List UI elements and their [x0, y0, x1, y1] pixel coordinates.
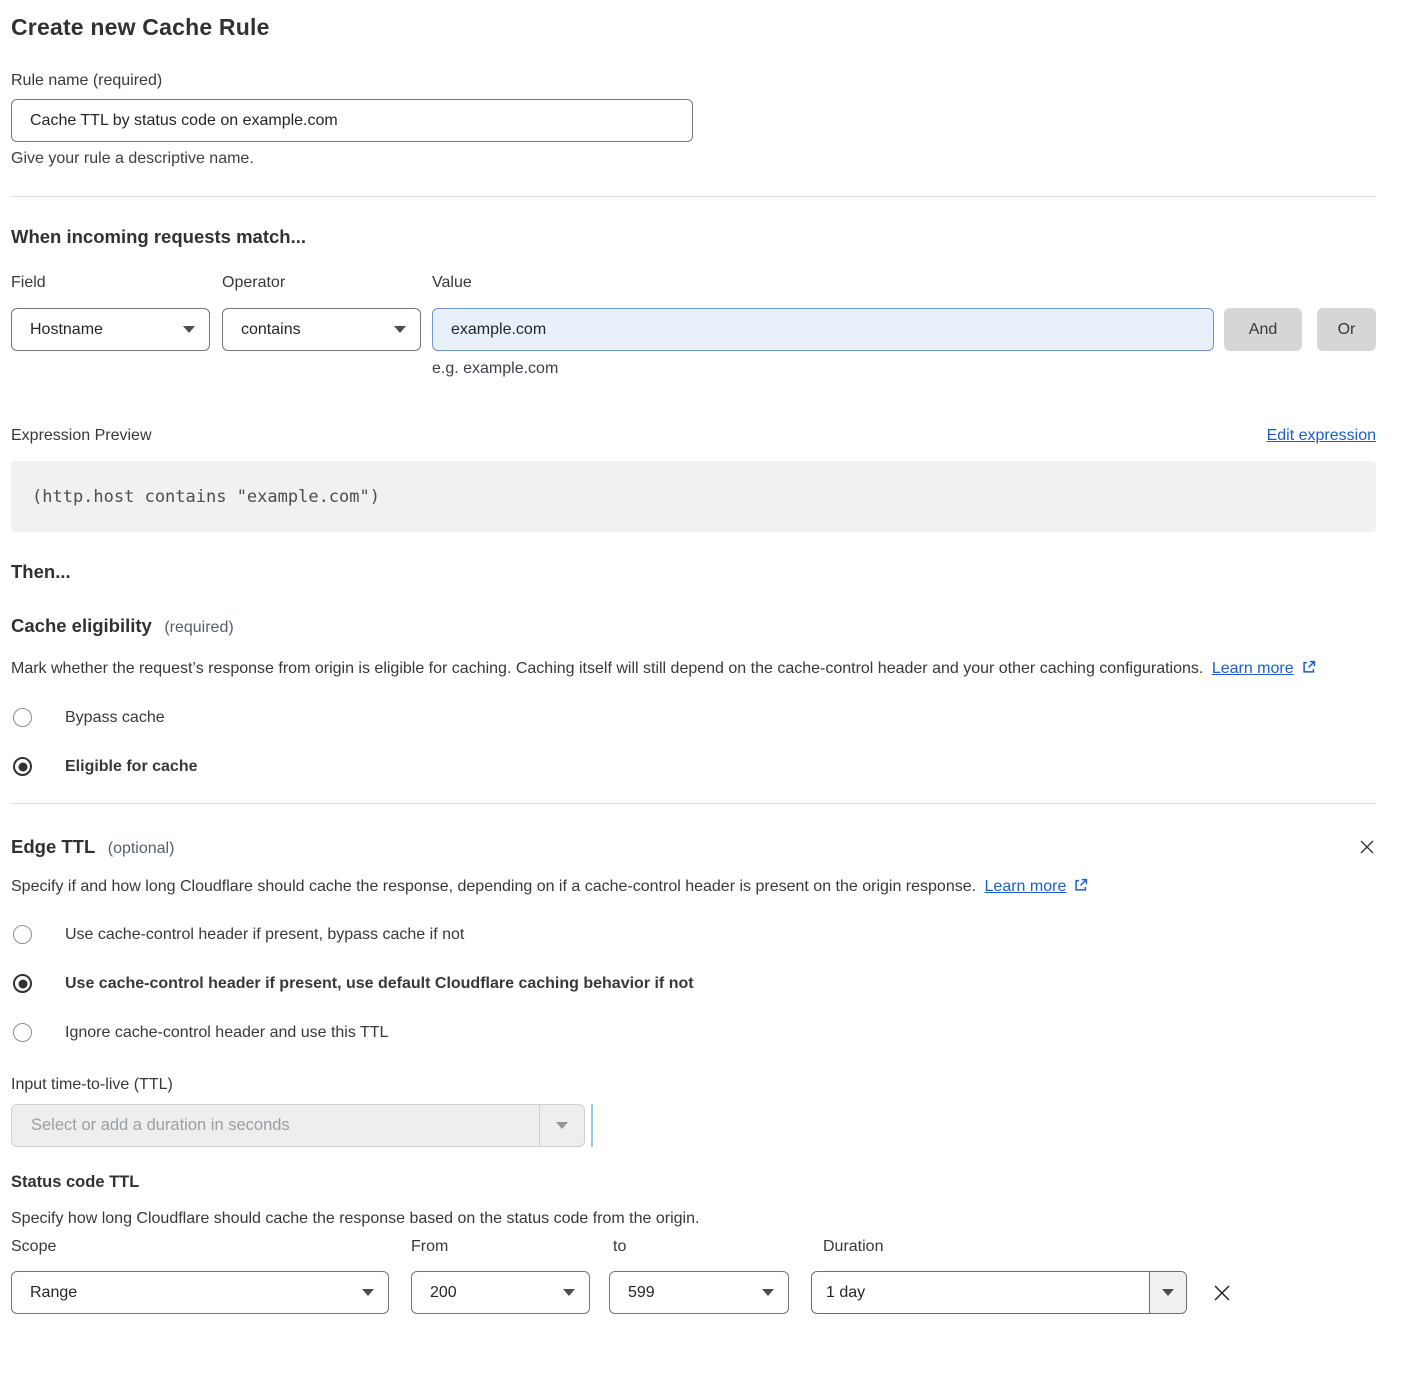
- radio-icon[interactable]: [13, 757, 32, 776]
- to-label: to: [613, 1238, 823, 1256]
- duration-dropdown-button[interactable]: [1149, 1272, 1186, 1313]
- close-icon[interactable]: [1358, 838, 1376, 856]
- rule-name-input[interactable]: [11, 99, 693, 142]
- expression-preview-label: Expression Preview: [11, 427, 152, 445]
- radio-icon[interactable]: [13, 925, 32, 944]
- radio-label: Eligible for cache: [65, 758, 197, 776]
- chevron-down-icon: [556, 1122, 568, 1129]
- radio-option-bypass-cache[interactable]: Bypass cache: [11, 708, 1376, 727]
- edit-expression-link[interactable]: Edit expression: [1267, 427, 1376, 445]
- operator-label: Operator: [222, 274, 432, 292]
- chevron-down-icon: [394, 326, 406, 333]
- field-label: Field: [11, 274, 222, 292]
- radio-option-use-header-bypass[interactable]: Use cache-control header if present, byp…: [11, 925, 1376, 944]
- expression-text: (http.host contains "example.com"): [32, 487, 380, 507]
- ttl-input-label: Input time-to-live (TTL): [11, 1076, 1376, 1094]
- field-select-value: Hostname: [30, 321, 103, 339]
- ttl-duration-placeholder: Select or add a duration in seconds: [12, 1105, 539, 1146]
- external-link-icon: [1301, 659, 1317, 675]
- edge-ttl-heading: Edge TTL: [11, 836, 95, 857]
- chevron-down-icon: [563, 1289, 575, 1296]
- radio-label: Ignore cache-control header and use this…: [65, 1024, 388, 1042]
- match-heading: When incoming requests match...: [11, 226, 1376, 248]
- radio-label: Bypass cache: [65, 709, 165, 727]
- chevron-down-icon: [183, 326, 195, 333]
- radio-option-use-header-default[interactable]: Use cache-control header if present, use…: [11, 974, 1376, 993]
- from-label: From: [411, 1238, 613, 1256]
- cache-eligibility-description: Mark whether the request’s response from…: [11, 655, 1356, 683]
- chevron-down-icon: [762, 1289, 774, 1296]
- radio-icon[interactable]: [13, 974, 32, 993]
- edge-ttl-optional-tag: (optional): [108, 840, 175, 857]
- radio-label: Use cache-control header if present, byp…: [65, 926, 464, 944]
- radio-icon[interactable]: [13, 1023, 32, 1042]
- cache-eligibility-required-tag: (required): [164, 619, 233, 636]
- ttl-duration-dropdown-button[interactable]: [539, 1105, 584, 1146]
- ttl-duration-combobox[interactable]: Select or add a duration in seconds: [11, 1104, 585, 1147]
- value-helper: e.g. example.com: [432, 360, 1376, 378]
- duration-value: 1 day: [812, 1272, 1149, 1313]
- section-divider: [11, 196, 1376, 197]
- rule-name-helper: Give your rule a descriptive name.: [11, 150, 1376, 168]
- cache-eligibility-learn-more-link[interactable]: Learn more: [1212, 660, 1294, 677]
- value-input[interactable]: [432, 308, 1214, 351]
- operator-select-value: contains: [241, 321, 301, 339]
- cache-eligibility-heading: Cache eligibility: [11, 615, 152, 636]
- expression-preview-block: (http.host contains "example.com"): [11, 461, 1376, 532]
- status-code-ttl-description: Specify how long Cloudflare should cache…: [11, 1205, 1376, 1233]
- edge-ttl-description-text: Specify if and how long Cloudflare shoul…: [11, 878, 976, 895]
- to-select-value: 599: [628, 1284, 655, 1302]
- or-button[interactable]: Or: [1317, 308, 1376, 351]
- radio-label: Use cache-control header if present, use…: [65, 975, 694, 993]
- edge-ttl-learn-more-link[interactable]: Learn more: [985, 878, 1067, 895]
- rule-name-label: Rule name (required): [11, 72, 1376, 90]
- duration-label: Duration: [823, 1238, 883, 1256]
- operator-select[interactable]: contains: [222, 308, 421, 351]
- section-divider: [11, 803, 1376, 804]
- chevron-down-icon: [362, 1289, 374, 1296]
- field-select[interactable]: Hostname: [11, 308, 210, 351]
- edge-ttl-description: Specify if and how long Cloudflare shoul…: [11, 873, 1116, 901]
- from-select-value: 200: [430, 1284, 457, 1302]
- focus-indicator: [591, 1104, 593, 1147]
- status-code-ttl-heading: Status code TTL: [11, 1173, 1376, 1192]
- radio-option-ignore-header[interactable]: Ignore cache-control header and use this…: [11, 1023, 1376, 1042]
- external-link-icon: [1073, 877, 1089, 893]
- page-title: Create new Cache Rule: [11, 14, 1376, 41]
- then-heading: Then...: [11, 561, 1376, 583]
- scope-select-value: Range: [30, 1284, 77, 1302]
- scope-label: Scope: [11, 1238, 411, 1256]
- from-select[interactable]: 200: [411, 1271, 590, 1314]
- radio-icon[interactable]: [13, 708, 32, 727]
- radio-option-eligible-for-cache[interactable]: Eligible for cache: [11, 757, 1376, 776]
- value-label: Value: [432, 274, 1376, 292]
- cache-eligibility-description-text: Mark whether the request’s response from…: [11, 660, 1203, 677]
- chevron-down-icon: [1162, 1289, 1174, 1296]
- to-select[interactable]: 599: [609, 1271, 789, 1314]
- remove-row-icon[interactable]: [1211, 1282, 1233, 1304]
- duration-combobox[interactable]: 1 day: [811, 1271, 1187, 1314]
- scope-select[interactable]: Range: [11, 1271, 389, 1314]
- and-button[interactable]: And: [1224, 308, 1302, 351]
